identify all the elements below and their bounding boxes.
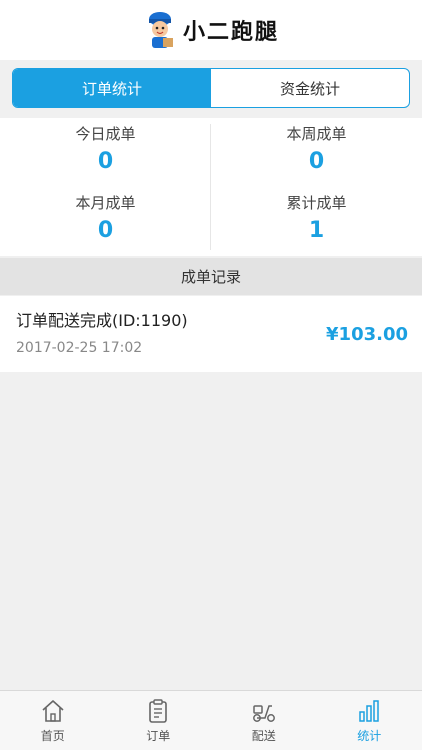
- stat-value: 0: [308, 149, 325, 174]
- stats-segment-control: 订单统计 资金统计: [12, 68, 410, 108]
- stat-label: 累计成单: [286, 194, 347, 212]
- bar-chart-icon: [359, 699, 379, 722]
- tab-label: 订单: [146, 728, 171, 743]
- tab-fund-stats[interactable]: 资金统计: [211, 69, 409, 107]
- tab-label: 首页: [40, 728, 65, 743]
- stat-month: 本月成单 0: [0, 187, 211, 250]
- tab-delivery[interactable]: 配送: [211, 691, 317, 750]
- stat-total: 累计成单 1: [211, 187, 422, 250]
- tab-label: 配送: [251, 728, 276, 743]
- bottom-tab-bar: 首页 订单 配送 统计: [0, 690, 422, 750]
- home-icon: [42, 699, 64, 722]
- stat-label: 本月成单: [75, 194, 136, 212]
- record-title: 订单配送完成(ID:1190): [16, 311, 188, 330]
- stat-value: 0: [97, 149, 114, 174]
- record-amount: ¥103.00: [326, 323, 408, 345]
- clipboard-icon: [149, 698, 168, 723]
- records-section-title: 成单记录: [0, 258, 422, 295]
- record-time: 2017-02-25 17:02: [16, 340, 143, 356]
- stat-week: 本周成单 0: [211, 118, 422, 181]
- tab-order-stats[interactable]: 订单统计: [13, 69, 211, 107]
- stat-label: 本周成单: [286, 125, 347, 143]
- stat-today: 今日成单 0: [0, 118, 211, 181]
- tab-home[interactable]: 首页: [0, 691, 106, 750]
- tab-statistics[interactable]: 统计: [317, 691, 422, 750]
- record-info: 订单配送完成(ID:1190) 2017-02-25 17:02: [16, 309, 188, 359]
- list-item[interactable]: 订单配送完成(ID:1190) 2017-02-25 17:02 ¥103.00: [0, 296, 422, 372]
- logo: 小二跑腿: [143, 10, 279, 50]
- stat-label: 今日成单: [75, 125, 136, 143]
- tab-label: 统计: [357, 728, 382, 743]
- tab-orders[interactable]: 订单: [106, 691, 212, 750]
- mascot-icon: [148, 12, 173, 48]
- app-name: 小二跑腿: [182, 19, 279, 45]
- stat-value: 0: [97, 218, 114, 243]
- app-header: 小二跑腿: [0, 0, 422, 60]
- stat-value: 1: [308, 218, 325, 243]
- scooter-icon: [252, 704, 275, 722]
- order-stats-panel: 今日成单 0 本周成单 0 本月成单 0 累计成单 1: [0, 118, 422, 256]
